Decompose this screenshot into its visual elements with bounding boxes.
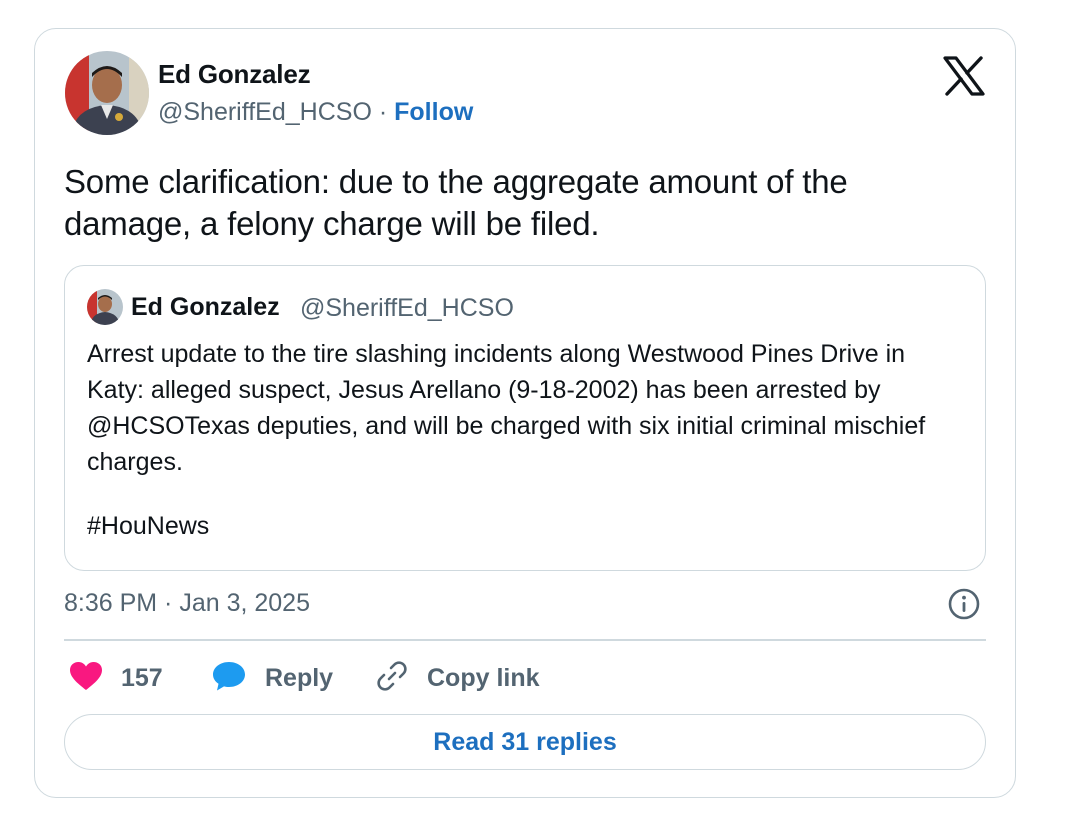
info-icon[interactable] xyxy=(947,587,981,621)
quoted-author-handle: @SheriffEd_HCSO xyxy=(300,294,514,322)
reply-button[interactable]: Reply xyxy=(211,659,333,697)
quoted-author-name: Ed Gonzalez xyxy=(131,293,280,321)
speech-bubble-icon xyxy=(211,660,247,697)
x-logo-icon[interactable] xyxy=(943,56,985,96)
quoted-tweet[interactable]: Ed Gonzalez @SheriffEd_HCSO Arrest updat… xyxy=(64,265,986,571)
follow-button[interactable]: Follow xyxy=(394,98,473,126)
quoted-tweet-text: Arrest update to the tire slashing incid… xyxy=(87,340,926,476)
like-count: 157 xyxy=(121,663,163,692)
author-handle-row: @SheriffEd_HCSO · Follow xyxy=(158,98,473,127)
like-button[interactable]: 157 xyxy=(69,659,163,697)
link-icon xyxy=(375,659,409,698)
copy-link-label: Copy link xyxy=(427,663,540,692)
read-replies-button[interactable]: Read 31 replies xyxy=(64,714,986,770)
tweet-timestamp[interactable]: 8:36 PM · Jan 3, 2025 xyxy=(64,589,310,618)
tweet-embed-card: Ed Gonzalez @SheriffEd_HCSO · Follow Som… xyxy=(34,28,1016,798)
copy-link-button[interactable]: Copy link xyxy=(375,659,540,697)
quoted-hashtag[interactable]: #HouNews xyxy=(87,512,209,541)
heart-icon xyxy=(69,661,103,696)
divider xyxy=(64,639,986,641)
tweet-text: Some clarification: due to the aggregate… xyxy=(64,163,848,242)
separator-dot: · xyxy=(378,98,388,126)
author-handle[interactable]: @SheriffEd_HCSO xyxy=(158,98,372,126)
quoted-author-avatar xyxy=(87,289,123,325)
author-name[interactable]: Ed Gonzalez xyxy=(158,59,311,90)
reply-label: Reply xyxy=(265,663,334,692)
author-avatar[interactable] xyxy=(65,51,149,135)
